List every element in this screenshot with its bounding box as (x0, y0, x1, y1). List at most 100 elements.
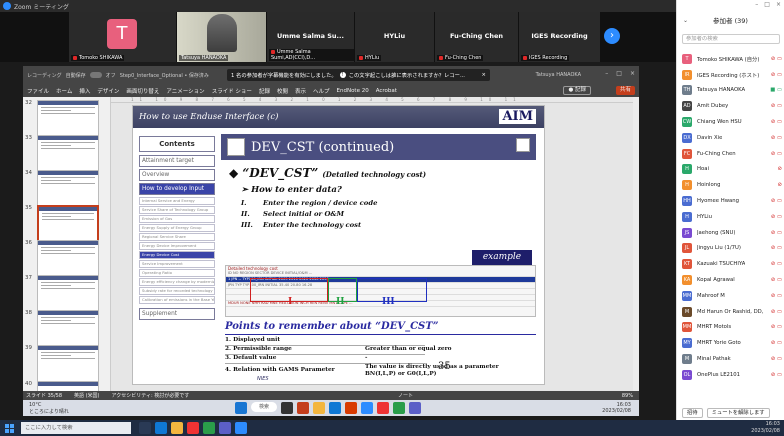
list-item[interactable]: KA Kopal Agrawal ⊘ ▭ (677, 272, 784, 288)
task-view-icon[interactable] (281, 402, 293, 414)
zoom-level[interactable]: 89% (622, 393, 633, 399)
list-item[interactable]: JL Jingyu Liu (1/7U) ⊘ ▭ (677, 241, 784, 257)
close-icon[interactable]: × (630, 70, 635, 77)
windows-start-icon[interactable] (5, 423, 14, 433)
excel-icon[interactable] (393, 402, 405, 414)
slide-canvas[interactable]: How to use Enduse Interface (c) AIM Cont… (132, 105, 545, 385)
list-item[interactable]: CW Chiang Wen HSU ⊘ ▭ (677, 114, 784, 130)
windows-start-icon[interactable] (235, 402, 247, 414)
chevron-right-icon[interactable]: › (604, 28, 620, 44)
list-item[interactable]: MM MHRT Motols ⊘ ▭ (677, 320, 784, 336)
close-icon[interactable]: × (776, 1, 781, 8)
list-item[interactable]: MM Mahroof M ⊘ ▭ (677, 288, 784, 304)
video-tile[interactable]: Tatsuya HANAOKA (176, 12, 266, 62)
list-item[interactable]: MY MHRT Yorie Goto ⊘ ▭ (677, 335, 784, 351)
menu-endnote[interactable]: EndNote 20 (337, 88, 369, 94)
slide-thumbnail[interactable] (37, 345, 99, 382)
list-item[interactable]: T Tomoko SHIKAWA (自分) ⊘ ▭ (677, 51, 784, 67)
teams-icon[interactable] (409, 402, 421, 414)
list-item[interactable]: OL OnePlus LE2101 ⊘ ▭ (677, 367, 784, 383)
list-item[interactable]: M Minal Pathak ⊘ ▭ (677, 351, 784, 367)
chevron-down-icon[interactable]: ⌄ (683, 17, 688, 24)
menu-file[interactable]: ファイル (27, 87, 49, 95)
mic-off-icon: ⊘ ▭ (770, 245, 782, 252)
menu-acrobat[interactable]: Acrobat (376, 88, 397, 94)
slide-thumbnail[interactable] (37, 100, 99, 137)
file-explorer-icon[interactable] (171, 422, 183, 434)
list-item[interactable]: DX Davin Xie ⊘ ▭ (677, 130, 784, 146)
menu-help[interactable]: ヘルプ (313, 87, 330, 95)
list-item[interactable]: H Hoinlong ⊘ (677, 177, 784, 193)
slide-thumbnail[interactable] (37, 310, 99, 347)
status-language[interactable]: 英語 (米国) (74, 392, 100, 399)
edge-icon[interactable] (329, 402, 341, 414)
list-item[interactable]: KT Kazuaki TSUCHIYA ⊘ ▭ (677, 256, 784, 272)
teams-icon[interactable] (219, 422, 231, 434)
status-accessibility[interactable]: アクセシビリティ: 検討が必要です (112, 392, 190, 399)
notes-button[interactable]: ノート (398, 392, 413, 399)
list-item[interactable]: H HYLiu ⊘ ▭ (677, 209, 784, 225)
menu-transitions[interactable]: 画面切り替え (126, 87, 159, 95)
menu-review[interactable]: 校閲 (277, 87, 288, 95)
caption-notice-question[interactable]: この文字起こしは誰に表示されますか？レコー... (349, 71, 465, 79)
powerpoint-icon[interactable] (297, 402, 309, 414)
minimize-icon[interactable]: – (755, 1, 758, 8)
slide-thumbnail[interactable] (37, 381, 99, 391)
autosave-state: オフ (105, 72, 116, 79)
windows-search-input[interactable]: ここに入力して検索 (21, 422, 131, 434)
participants-title: 参加者 (39) (713, 17, 748, 25)
list-item[interactable]: HH Hyomee Hwang ⊘ ▭ (677, 193, 784, 209)
menu-slideshow[interactable]: スライド ショー (212, 87, 252, 95)
menu-design[interactable]: デザイン (97, 87, 119, 95)
close-icon[interactable]: × (482, 72, 486, 78)
maximize-icon[interactable]: □ (764, 1, 770, 8)
task-view-icon[interactable] (139, 422, 151, 434)
autosave-label: 自動保存 (65, 72, 86, 79)
thumb-number: 33 (25, 135, 32, 141)
list-item[interactable]: AD Amit Dubey ⊘ ▭ (677, 98, 784, 114)
list-item[interactable]: TH Tatsuya HANAOKA ■ ▭ (677, 83, 784, 99)
list-item[interactable]: MMd Harun Or Rashid, DD, Dol...⊘ ▭ (677, 304, 784, 320)
minimize-icon[interactable]: – (605, 70, 608, 77)
app-icon[interactable] (203, 422, 215, 434)
list-item[interactable]: IR IGES Recording (ホスト) ⊘ ▭ (677, 67, 784, 83)
zoom-app-icon[interactable] (361, 402, 373, 414)
video-tile[interactable]: Fu-Ching Chen Fu-Ching Chen (434, 12, 518, 62)
menu-insert[interactable]: 挿入 (79, 87, 90, 95)
chrome-icon[interactable] (187, 422, 199, 434)
slide-thumbnail[interactable] (37, 240, 99, 277)
video-tile[interactable]: IGES Recording IGES Recording (518, 12, 600, 62)
share-button[interactable]: 共有 (615, 86, 635, 95)
slide-thumbnail[interactable] (37, 275, 99, 312)
list-item[interactable]: H Hoai ⊘ (677, 162, 784, 178)
list-item[interactable]: FC Fu-Ching Chen ⊘ ▭ (677, 146, 784, 162)
office-icon[interactable] (345, 402, 357, 414)
autosave-toggle[interactable] (89, 72, 102, 78)
slide-thumbnail-active[interactable] (37, 205, 99, 242)
slide-thumbnail[interactable] (37, 170, 99, 207)
vertical-scrollbar[interactable] (633, 97, 639, 391)
acrobat-icon[interactable] (377, 402, 389, 414)
video-tile[interactable]: HYLiu HYLiu (354, 12, 434, 62)
video-tile[interactable]: Umme Salma Su... Umme Salma Sumi,AD(CCI)… (266, 12, 354, 62)
unmute-button[interactable]: ミュートを解除します (706, 408, 770, 418)
video-tile[interactable]: T Tomoko SHIKAWA (68, 12, 176, 62)
remote-taskbar: 10°C ところにより晴れ 検索 16:03 2023/02/08 (23, 400, 639, 416)
slide-thumbnail[interactable] (37, 135, 99, 172)
menu-animations[interactable]: アニメーション (166, 87, 204, 95)
menu-home[interactable]: ホーム (56, 87, 72, 95)
menu-view[interactable]: 表示 (295, 87, 306, 95)
mic-off-icon: ⊘ ▭ (770, 371, 782, 378)
taskbar-search[interactable]: 検索 (251, 402, 277, 412)
system-tray: 16:03 2023/02/08 (751, 421, 780, 434)
file-explorer-icon[interactable] (313, 402, 325, 414)
invite-button[interactable]: 招待 (682, 408, 703, 418)
mic-off-icon (73, 55, 77, 60)
maximize-icon[interactable]: □ (616, 70, 622, 77)
list-item[interactable]: JS Jaehong (SNU) ⊘ ▭ (677, 225, 784, 241)
participant-search-input[interactable]: 参加者の検索 (682, 34, 780, 44)
record-button[interactable]: ● 記録 (563, 86, 591, 95)
zoom-app-icon[interactable] (235, 422, 247, 434)
edge-icon[interactable] (155, 422, 167, 434)
menu-record[interactable]: 記録 (259, 87, 270, 95)
